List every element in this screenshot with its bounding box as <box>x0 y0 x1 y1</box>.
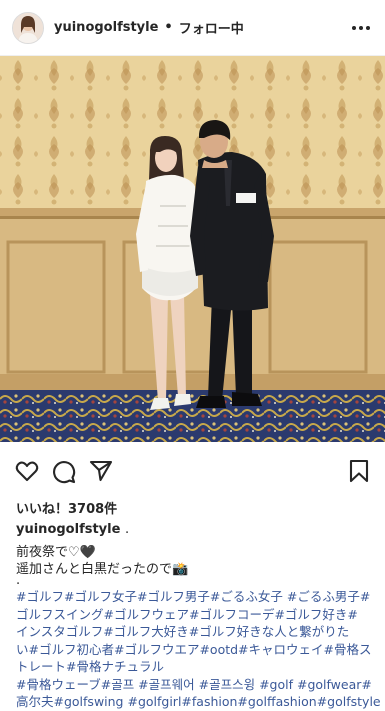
heart-icon[interactable] <box>14 458 40 484</box>
comment-icon[interactable] <box>50 458 76 484</box>
caption-line-3: . <box>16 573 21 588</box>
post-photo[interactable] <box>0 56 385 442</box>
hashtag-line[interactable]: 高尔夫#golfswing #golfgirl#fashion#golffash… <box>16 693 381 711</box>
hashtag-line[interactable]: インスタゴルフ#ゴルフ大好き#ゴルフ好きな人と繋がりた <box>16 623 376 641</box>
username-link[interactable]: yuinogolfstyle <box>54 20 158 35</box>
hashtag-line[interactable]: #骨格ウェーブ#골프 #골프웨어 #골프스윙 #golf #golfwear# <box>16 676 376 694</box>
paper-plane-icon[interactable] <box>88 458 114 484</box>
post-header: yuinogolfstyle • フォロー中 <box>0 0 385 56</box>
caption-suffix: . <box>124 522 130 537</box>
caption-username-row: yuinogolfstyle . <box>16 522 129 537</box>
ellipsis-icon[interactable] <box>349 18 373 38</box>
header-text: yuinogolfstyle • フォロー中 <box>54 18 244 37</box>
following-button[interactable]: フォロー中 <box>179 18 244 37</box>
hashtag-line[interactable]: ゴルフスイング#ゴルフウェア#ゴルフコーデ#ゴルフ好き# <box>16 606 376 624</box>
hashtag-block: #ゴルフ#ゴルフ女子#ゴルフ男子#ごるふ女子 #ごるふ男子# ゴルフスイング#ゴ… <box>16 588 381 711</box>
bookmark-icon[interactable] <box>346 458 372 484</box>
caption-username[interactable]: yuinogolfstyle <box>16 522 120 537</box>
hashtag-line[interactable]: い#ゴルフ初心者#ゴルフウエア#ootd#キャロウェイ#骨格ス <box>16 641 376 659</box>
action-bar <box>0 452 385 488</box>
avatar[interactable] <box>12 11 44 44</box>
separator-dot: • <box>164 20 173 35</box>
caption-line-2: 遥加さんと白黒だったので📸 <box>16 562 189 577</box>
hashtag-line[interactable]: トレート#骨格ナチュラル <box>16 658 376 676</box>
likes-count[interactable]: いいね！3708件 <box>16 498 117 517</box>
hashtag-line[interactable]: #ゴルフ#ゴルフ女子#ゴルフ男子#ごるふ女子 #ごるふ男子# <box>16 588 376 606</box>
